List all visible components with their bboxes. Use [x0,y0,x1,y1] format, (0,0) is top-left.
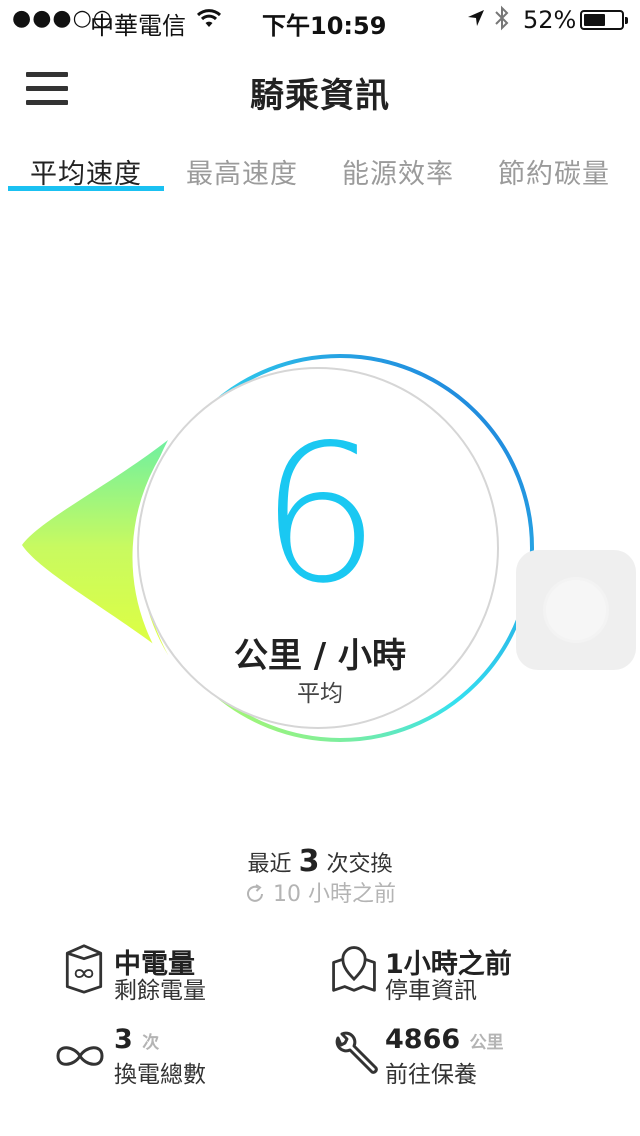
location-arrow-icon [468,10,484,26]
bluetooth-icon [495,5,509,31]
tab-energy-efficiency[interactable]: 能源效率 [320,152,476,191]
swap-total-unit: 次 [142,1033,160,1053]
page-title: 騎乘資訊 [250,76,390,116]
last-swap-ago: 10 小時之前 [273,882,396,907]
side-handle-button[interactable] [516,550,636,670]
speed-unit: 公里 / 小時 [233,636,407,676]
status-time: 下午10:59 [262,12,387,40]
service-distance-number: 4866 [385,1024,461,1055]
recent-swaps: 最近 3 次交換 [0,844,640,879]
recent-prefix: 最近 [247,852,292,877]
wifi-icon [196,9,222,27]
service-distance-unit: 公里 [469,1033,504,1053]
wrench-icon[interactable] [330,1028,382,1080]
refresh-icon [247,884,263,902]
infinity-icon [56,1046,104,1066]
recent-suffix: 次交換 [326,852,393,877]
swap-total-label: 換電總數 [114,1062,206,1088]
map-pin-icon[interactable] [328,942,380,994]
speed-value: 6 [259,404,381,625]
service-label[interactable]: 前往保養 [385,1055,477,1089]
carrier-name: 中華電信 [90,12,186,40]
swap-total-value: 3 次 [114,1024,159,1055]
battery-cylinder-icon [65,944,103,994]
swap-total-count: 3 [114,1024,133,1055]
status-bar: ●●●○○ 中華電信 下午10:59 52% [0,0,640,40]
active-tab-indicator [8,186,164,191]
recent-count: 3 [298,844,320,879]
tab-carbon-saved[interactable]: 節約碳量 [476,152,632,191]
tab-max-speed[interactable]: 最高速度 [164,152,320,191]
parking-info-label[interactable]: 停車資訊 [385,971,477,1005]
battery-percent: 52% [523,6,577,34]
handle-knob [546,580,606,640]
service-distance-value: 4866 公里 [385,1024,504,1055]
last-swap-time: 10 小時之前 [0,876,640,908]
battery-level-label: 剩餘電量 [114,978,206,1004]
battery-icon [580,10,628,30]
speed-subtitle: 平均 [297,681,343,707]
